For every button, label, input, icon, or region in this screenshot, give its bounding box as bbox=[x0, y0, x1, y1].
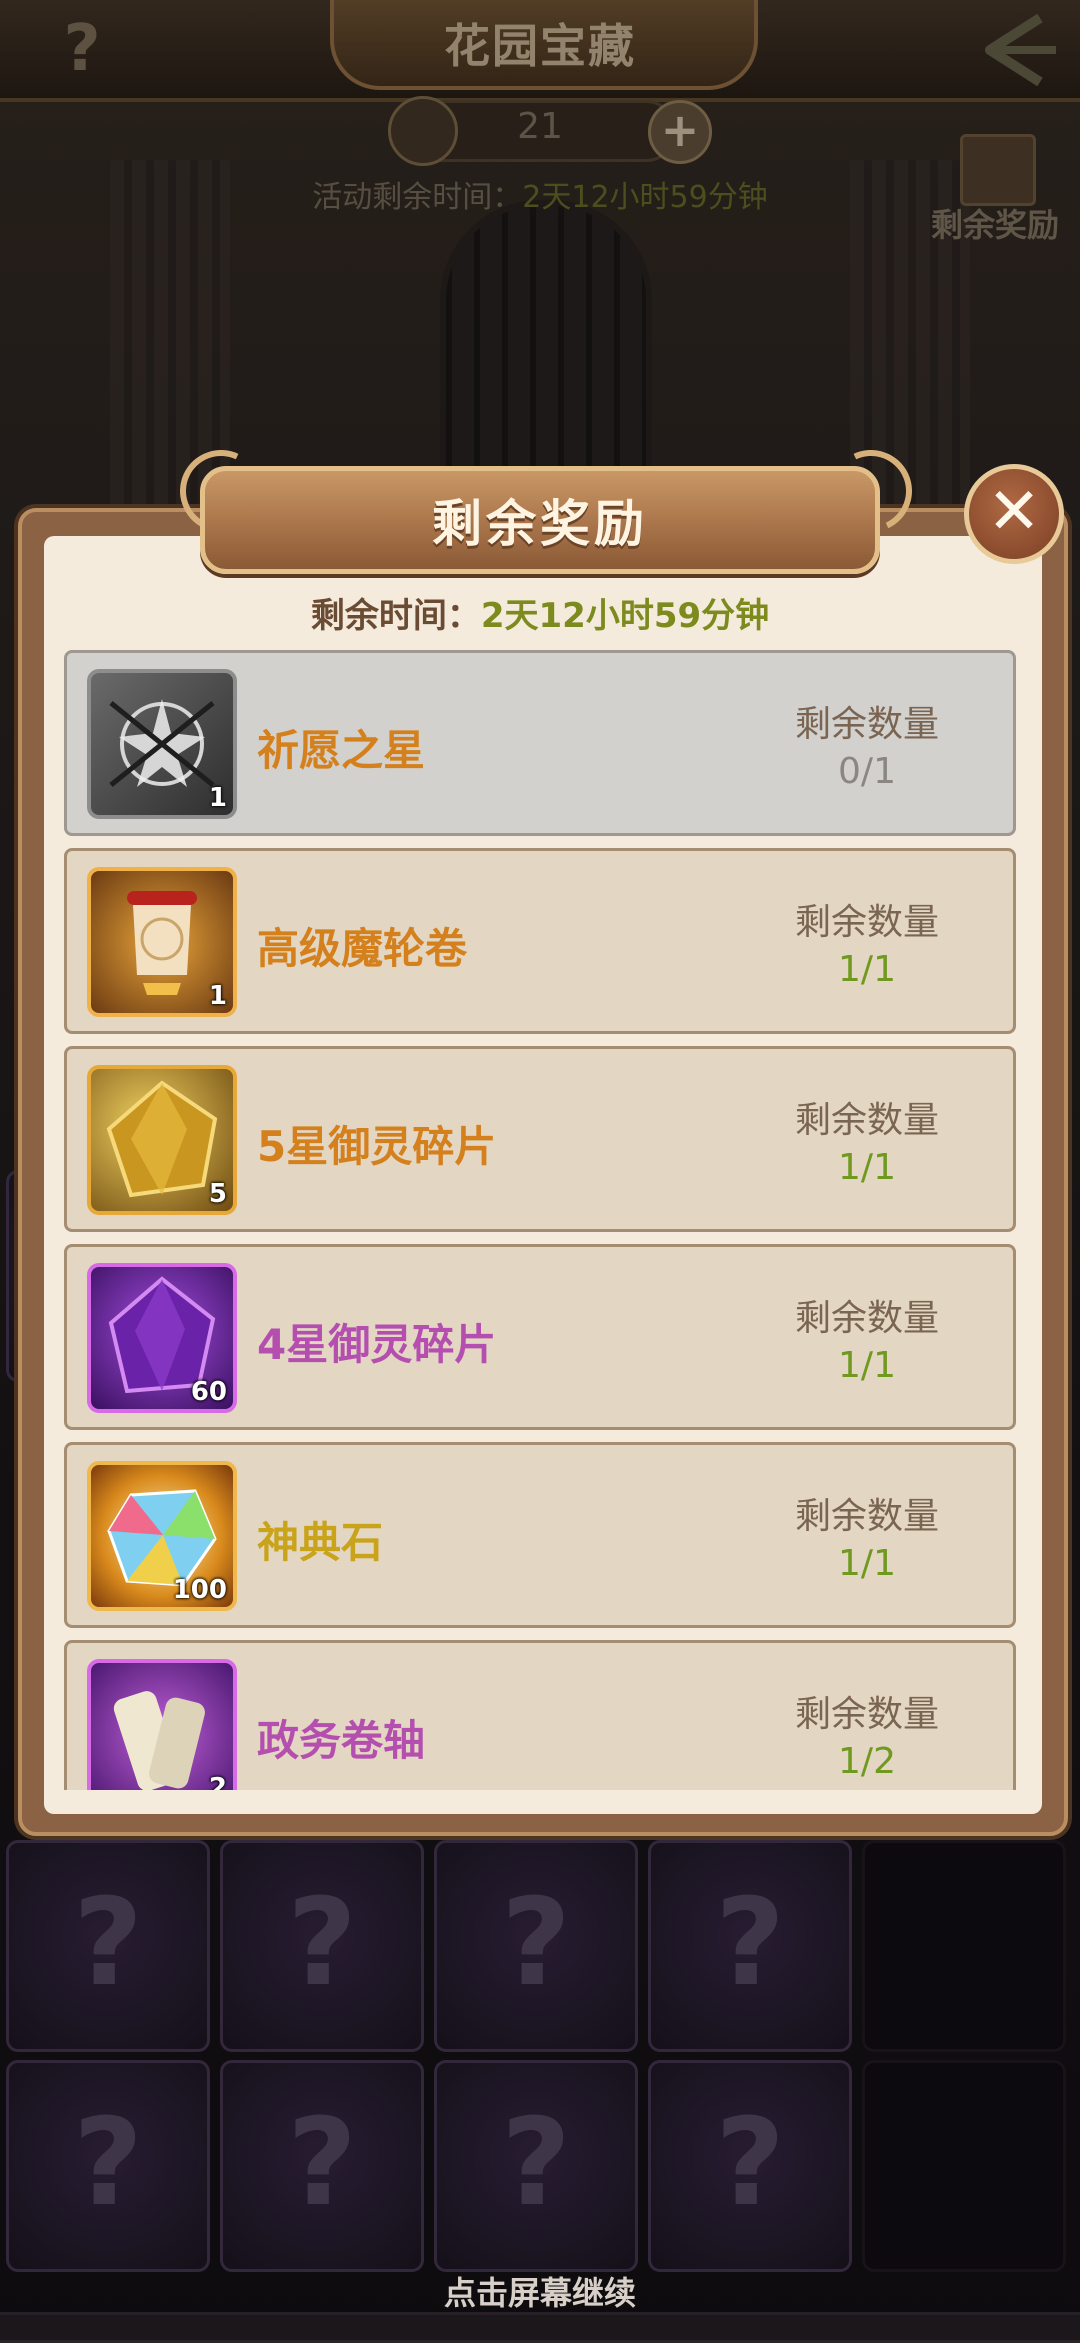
item-quantity: 60 bbox=[190, 1377, 227, 1407]
item-name: 神典石 bbox=[257, 1518, 384, 1567]
remaining-count-value: 0/1 bbox=[838, 751, 896, 792]
item-name: 祈愿之星 bbox=[257, 726, 426, 775]
reward-item: 1 祈愿之星 剩余数量 0/1 bbox=[64, 650, 1016, 836]
magic-scroll-icon: 1 bbox=[87, 867, 237, 1017]
remaining-time: 剩余时间：2天12小时59分钟 bbox=[0, 588, 1080, 637]
remaining-count-label: 剩余数量 bbox=[794, 1694, 939, 1735]
dialog-title: 剩余奖励 bbox=[432, 495, 648, 553]
reward-item: 5 5星御灵碎片 剩余数量 1/1 bbox=[64, 1046, 1016, 1232]
remaining-count-label: 剩余数量 bbox=[794, 902, 939, 943]
item-name: 高级魔轮卷 bbox=[257, 924, 468, 973]
item-name: 4星御灵碎片 bbox=[257, 1320, 497, 1369]
item-name: 5星御灵碎片 bbox=[257, 1122, 497, 1171]
wish-star-icon: 1 bbox=[87, 669, 237, 819]
paper-scroll-shape bbox=[113, 1691, 205, 1790]
item-name: 政务卷轴 bbox=[257, 1716, 426, 1765]
item-quantity: 5 bbox=[208, 1179, 227, 1209]
item-quantity: 1 bbox=[208, 783, 227, 813]
remaining-count-label: 剩余数量 bbox=[794, 1496, 939, 1537]
remaining-count-value: 1/1 bbox=[838, 1543, 896, 1584]
remaining-count-label: 剩余数量 bbox=[794, 1100, 939, 1141]
tap-to-continue-hint[interactable]: 点击屏幕继续 bbox=[0, 2268, 1080, 2314]
remaining-count-value: 1/1 bbox=[838, 1147, 896, 1188]
reward-item: 2 政务卷轴 剩余数量 1/2 bbox=[64, 1640, 1016, 1790]
remaining-time-value: 2天12小时59分钟 bbox=[480, 596, 770, 636]
gold-shard-icon: 5 bbox=[87, 1065, 237, 1215]
remaining-count-value: 1/2 bbox=[838, 1741, 896, 1782]
item-quantity: 1 bbox=[208, 981, 227, 1011]
close-button[interactable]: ✕ bbox=[964, 464, 1064, 564]
item-quantity: 2 bbox=[208, 1773, 227, 1790]
remaining-count-label: 剩余数量 bbox=[794, 704, 939, 745]
item-quantity: 100 bbox=[172, 1575, 227, 1605]
remaining-time-label: 剩余时间： bbox=[310, 596, 481, 636]
purple-shard-icon: 60 bbox=[87, 1263, 237, 1413]
reward-item: 1 高级魔轮卷 剩余数量 1/1 bbox=[64, 848, 1016, 1034]
remaining-count-label: 剩余数量 bbox=[794, 1298, 939, 1339]
paper-scroll-icon: 2 bbox=[87, 1659, 237, 1790]
reward-item: 60 4星御灵碎片 剩余数量 1/1 bbox=[64, 1244, 1016, 1430]
rainbow-gem-icon: 100 bbox=[87, 1461, 237, 1611]
reward-list[interactable]: 1 祈愿之星 剩余数量 0/1 1 高级魔轮卷 剩余数量 1/1 5 5星御灵碎… bbox=[64, 650, 1018, 1790]
remaining-count-value: 1/1 bbox=[838, 949, 896, 990]
remaining-count-value: 1/1 bbox=[838, 1345, 896, 1386]
reward-item: 100 神典石 剩余数量 1/1 bbox=[64, 1442, 1016, 1628]
